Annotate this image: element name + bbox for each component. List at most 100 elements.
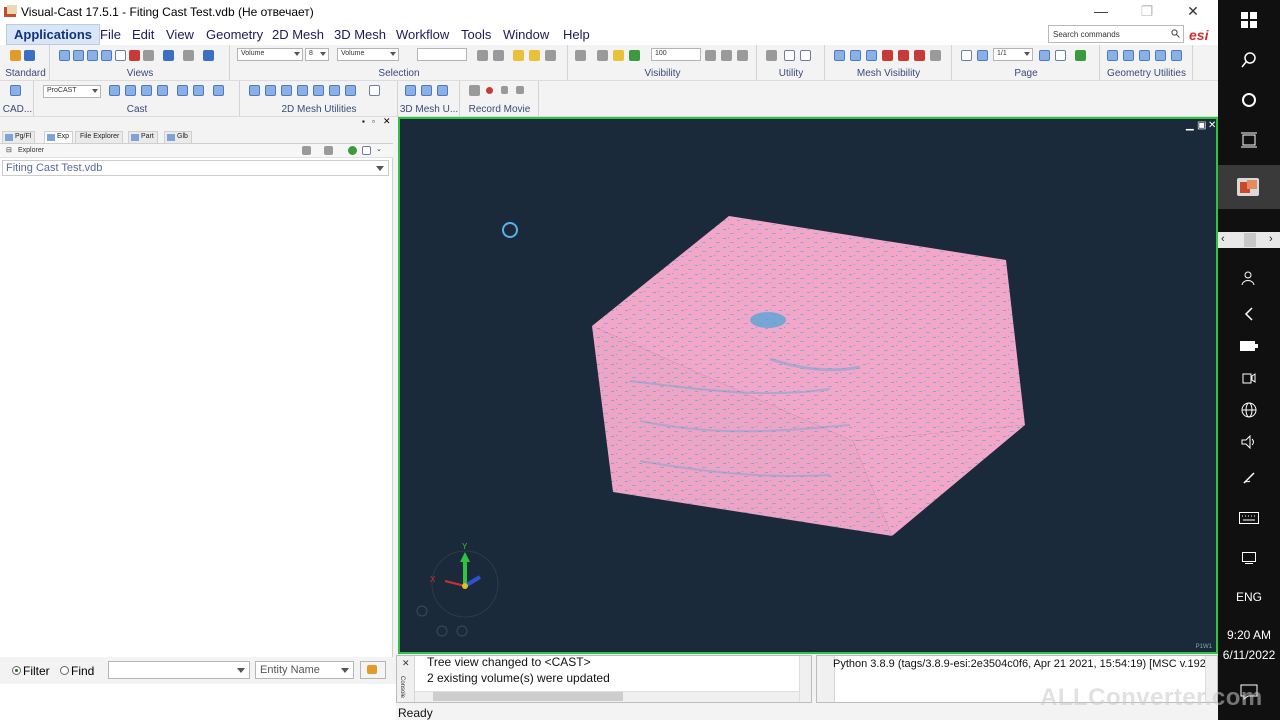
- zoom-icon[interactable]: [183, 50, 194, 61]
- cast-3-icon[interactable]: [141, 85, 152, 96]
- selection-name-input[interactable]: [417, 48, 467, 61]
- view-fit-icon[interactable]: [115, 50, 126, 61]
- people-icon[interactable]: [1218, 262, 1280, 294]
- cad-icon[interactable]: [10, 85, 21, 96]
- selection-type-combo[interactable]: Volume: [237, 48, 303, 61]
- cortana-icon[interactable]: [1218, 84, 1280, 116]
- cast-2-icon[interactable]: [125, 85, 136, 96]
- console-close-icon[interactable]: ✕: [402, 658, 410, 669]
- find-radio[interactable]: [60, 666, 69, 675]
- view-top-icon[interactable]: [73, 50, 84, 61]
- mesh2d-6-icon[interactable]: [329, 85, 340, 96]
- panel-restore-icon[interactable]: ▫: [372, 117, 375, 126]
- explorer-menu-icon[interactable]: ⌄: [376, 145, 382, 153]
- taskbar-scroller[interactable]: ‹ ›: [1218, 232, 1280, 248]
- minimize-button[interactable]: —: [1078, 0, 1124, 23]
- explorer-sort-icon[interactable]: [324, 146, 333, 155]
- tab-pgfl[interactable]: Pg/Fl: [2, 131, 36, 143]
- console-horizontal-scrollbar[interactable]: [415, 691, 799, 702]
- volume-icon[interactable]: [1218, 426, 1280, 458]
- menu-3d-mesh[interactable]: 3D Mesh: [334, 27, 386, 42]
- mesh-vis-4-icon[interactable]: [882, 50, 893, 61]
- record-icon[interactable]: [486, 87, 493, 94]
- cast-5-icon[interactable]: [177, 85, 188, 96]
- collapse-icon[interactable]: ⊟: [6, 146, 12, 154]
- pause-icon[interactable]: [501, 86, 508, 94]
- view-side-icon[interactable]: [87, 50, 98, 61]
- mesh-vis-5-icon[interactable]: [898, 50, 909, 61]
- selection-filter-combo[interactable]: Volume: [337, 48, 399, 61]
- input-language[interactable]: ENG: [1218, 590, 1280, 604]
- pen-icon[interactable]: [1218, 462, 1280, 494]
- mesh-vis-2-icon[interactable]: [850, 50, 861, 61]
- page-new-icon[interactable]: [961, 50, 972, 61]
- menu-view[interactable]: View: [166, 27, 194, 42]
- menu-applications[interactable]: Applications: [6, 24, 101, 45]
- menu-2d-mesh[interactable]: 2D Mesh: [272, 27, 324, 42]
- menu-geometry[interactable]: Geometry: [206, 27, 263, 42]
- mesh2d-5-icon[interactable]: [313, 85, 324, 96]
- utility-table-icon[interactable]: [800, 50, 811, 61]
- geom-util-5-icon[interactable]: [1171, 50, 1182, 61]
- mesh-vis-3-icon[interactable]: [866, 50, 877, 61]
- show-hidden-icons-chevron[interactable]: [1218, 298, 1280, 330]
- explorer-view-icon[interactable]: [362, 146, 371, 155]
- console-vertical-scrollbar[interactable]: [799, 656, 811, 702]
- select-tool-3-icon[interactable]: [545, 50, 556, 61]
- filter-radio[interactable]: [12, 666, 21, 675]
- visibility-tool-2-icon[interactable]: [721, 50, 732, 61]
- clock-date[interactable]: 6/11/2022: [1218, 648, 1280, 662]
- show-all-icon[interactable]: [629, 50, 640, 61]
- menu-file[interactable]: File: [100, 27, 121, 42]
- search-icon[interactable]: [1171, 29, 1180, 38]
- explorer-tree-combo[interactable]: Fiting Cast Test.vdb: [2, 160, 389, 176]
- geom-util-1-icon[interactable]: [1107, 50, 1118, 61]
- tab-glb[interactable]: Glb: [164, 131, 192, 143]
- cast-1-icon[interactable]: [109, 85, 120, 96]
- task-view-icon[interactable]: [1218, 124, 1280, 156]
- geom-util-4-icon[interactable]: [1155, 50, 1166, 61]
- select-tool-1-icon[interactable]: [513, 50, 524, 61]
- scroll-thumb[interactable]: [1244, 233, 1256, 247]
- page-layout-icon[interactable]: [1055, 50, 1066, 61]
- page-export-icon[interactable]: [1075, 50, 1086, 61]
- visibility-tool-1-icon[interactable]: [705, 50, 716, 61]
- tab-file-explorer[interactable]: File Explorer: [75, 131, 124, 143]
- windows-start-icon[interactable]: [1218, 4, 1280, 36]
- panel-pin-icon[interactable]: ▪: [362, 117, 365, 126]
- taskbar-app-visual-cast[interactable]: [1218, 165, 1280, 209]
- cast-6-icon[interactable]: [193, 85, 204, 96]
- center-icon[interactable]: [143, 50, 154, 61]
- network-globe-icon[interactable]: [1218, 394, 1280, 426]
- menu-edit[interactable]: Edit: [132, 27, 154, 42]
- tab-exp[interactable]: Exp: [44, 131, 74, 143]
- entity-type-combo[interactable]: Entity Name: [255, 661, 354, 679]
- eye-icon[interactable]: [597, 50, 608, 61]
- maximize-button[interactable]: ❐: [1124, 0, 1170, 23]
- pan-icon[interactable]: [163, 50, 174, 61]
- page-select-combo[interactable]: 1/1: [993, 48, 1033, 61]
- mesh2d-7-icon[interactable]: [345, 85, 356, 96]
- display-icon[interactable]: [1218, 542, 1280, 574]
- mesh2d-2-icon[interactable]: [265, 85, 276, 96]
- casting-box-mesh[interactable]: [592, 216, 1025, 536]
- mesh2d-1-icon[interactable]: [249, 85, 260, 96]
- anchor-icon[interactable]: [203, 50, 214, 61]
- mesh-vis-7-icon[interactable]: [930, 50, 941, 61]
- touch-keyboard-icon[interactable]: [1218, 502, 1280, 534]
- page-prev-icon[interactable]: [977, 50, 988, 61]
- menu-tools[interactable]: Tools: [461, 27, 491, 42]
- show-icon[interactable]: [613, 50, 624, 61]
- selection-count-combo[interactable]: 8: [305, 48, 329, 61]
- select-tool-2-icon[interactable]: [529, 50, 540, 61]
- geom-util-2-icon[interactable]: [1123, 50, 1134, 61]
- clock-time[interactable]: 9:20 AM: [1218, 628, 1280, 642]
- tab-part[interactable]: Part: [128, 131, 158, 143]
- refresh-icon[interactable]: [348, 146, 357, 155]
- cast-7-icon[interactable]: [213, 85, 224, 96]
- page-next-icon[interactable]: [1039, 50, 1050, 61]
- geom-util-3-icon[interactable]: [1139, 50, 1150, 61]
- console-hscroll-thumb[interactable]: [433, 692, 623, 701]
- menu-window[interactable]: Window: [503, 27, 549, 42]
- mesh3d-1-icon[interactable]: [405, 85, 416, 96]
